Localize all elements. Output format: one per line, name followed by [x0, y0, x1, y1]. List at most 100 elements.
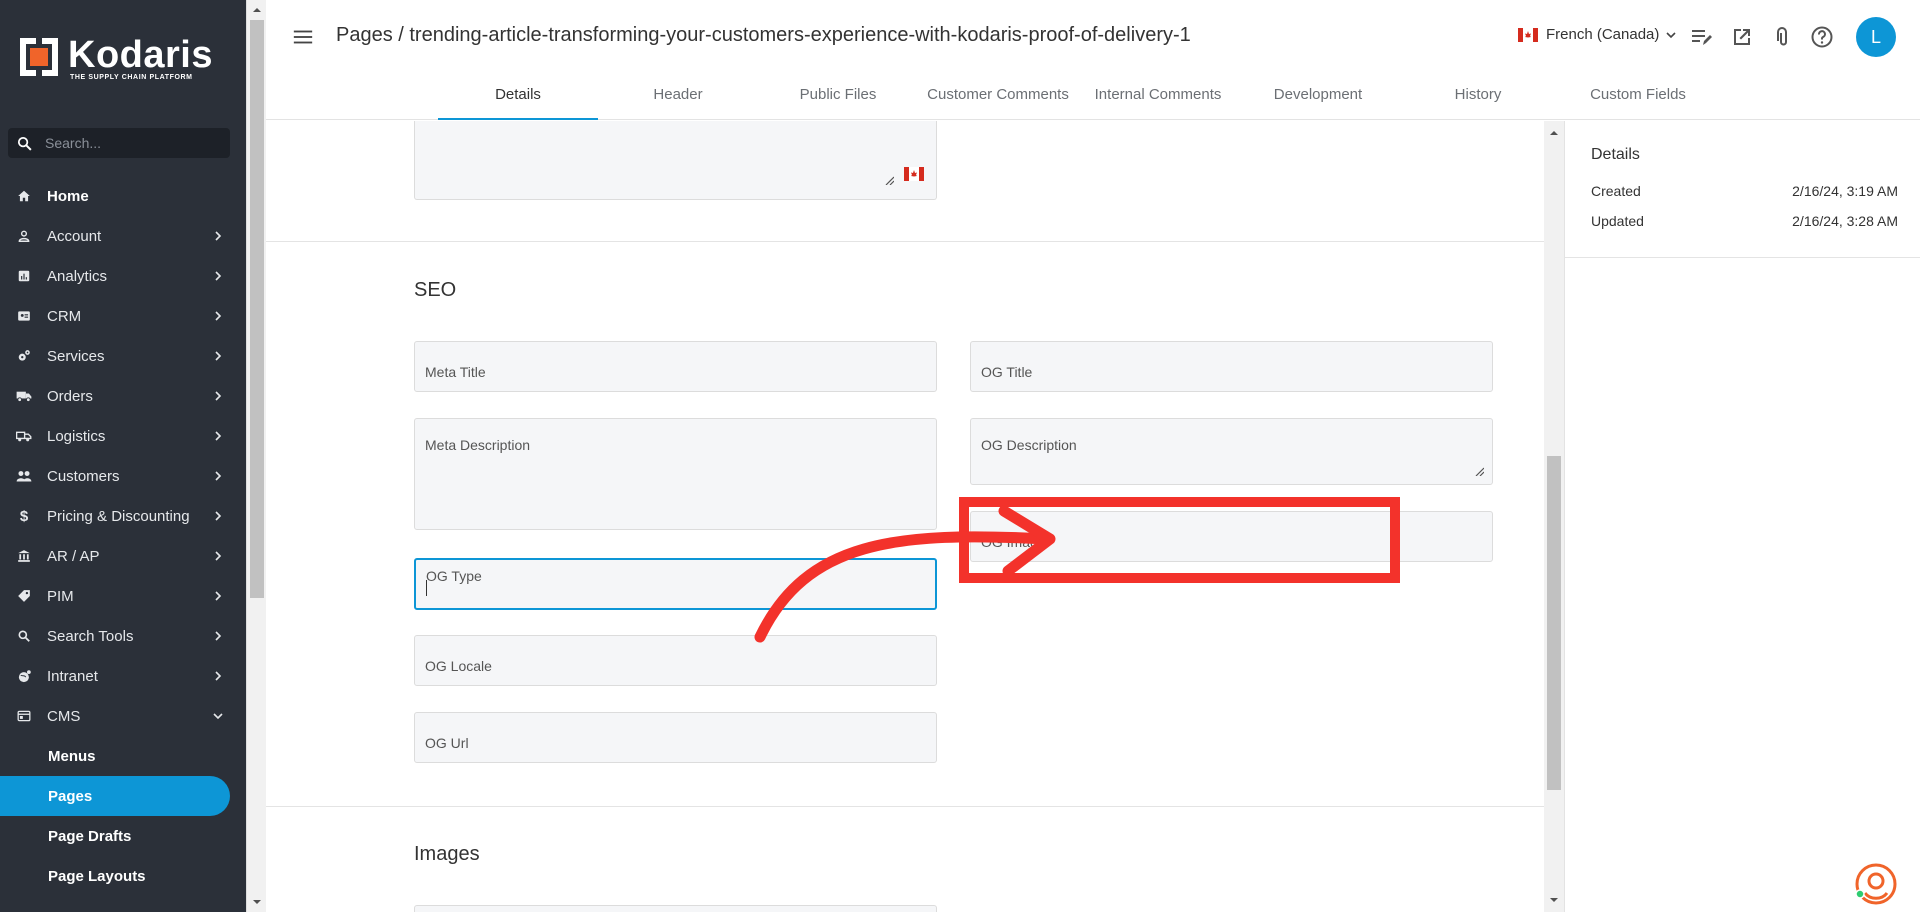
header-actions: [1690, 25, 1850, 49]
details-panel: Details Created 2/16/24, 3:19 AM Updated…: [1564, 121, 1920, 912]
field-label: OG Type: [426, 568, 482, 584]
brand-name: Kodaris: [68, 34, 213, 76]
content-textarea[interactable]: [414, 121, 937, 200]
tab-custom-fields[interactable]: Custom Fields: [1558, 72, 1718, 120]
services-icon: [16, 348, 32, 364]
sidebar-item-services[interactable]: Services: [0, 336, 246, 376]
field-label: OG Title: [981, 364, 1033, 380]
sidebar-item-pricing-discounting[interactable]: $ Pricing & Discounting: [0, 496, 246, 536]
sidebar-subitem-menus[interactable]: Menus: [0, 736, 246, 776]
sidebar-item-analytics[interactable]: Analytics: [0, 256, 246, 296]
sidebar-item-label: Pricing & Discounting: [47, 507, 190, 525]
tab-customer-comments[interactable]: Customer Comments: [918, 72, 1078, 120]
sidebar-item-label: Services: [47, 347, 105, 365]
sidebar-item-account[interactable]: Account: [0, 216, 246, 256]
dollar-icon: $: [19, 507, 29, 525]
sidebar-item-home[interactable]: Home: [0, 176, 246, 216]
chat-widget-icon[interactable]: [1852, 862, 1898, 908]
sidebar-subitem-page-drafts[interactable]: Page Drafts: [0, 816, 246, 856]
crm-icon: [16, 308, 32, 324]
scroll-down-icon[interactable]: [251, 896, 263, 908]
sidebar-item-label: Customers: [47, 467, 120, 485]
sidebar-item-pim[interactable]: PIM: [0, 576, 246, 616]
top-header: Pages / trending-article-transforming-yo…: [266, 0, 1920, 120]
sidebar-item-search-tools[interactable]: Search Tools: [0, 616, 246, 656]
tab-history[interactable]: History: [1398, 72, 1558, 120]
sidebar-item-label: Orders: [47, 387, 93, 405]
sidebar-subitem-pages[interactable]: Pages: [0, 776, 230, 816]
analytics-icon: [16, 268, 32, 284]
tab-development[interactable]: Development: [1238, 72, 1398, 120]
text-caret: [426, 580, 427, 596]
chevron-right-icon: [215, 351, 222, 361]
image-field[interactable]: [414, 905, 937, 912]
sidebar-scroll-thumb[interactable]: [250, 20, 264, 598]
search-icon: [17, 136, 32, 151]
chevron-down-icon: [213, 713, 223, 720]
sidebar-item-logistics[interactable]: Logistics: [0, 416, 246, 456]
main-scroll-thumb[interactable]: [1547, 456, 1561, 790]
sidebar-item-customers[interactable]: Customers: [0, 456, 246, 496]
sidebar-item-ar-ap[interactable]: AR / AP: [0, 536, 246, 576]
sidebar-item-label: CRM: [47, 307, 82, 325]
sidebar-search-input[interactable]: [45, 135, 215, 151]
annotation-arrow-icon: [754, 505, 1056, 643]
page-tabs: Details Header Public Files Customer Com…: [438, 72, 1718, 120]
og-description-field[interactable]: OG Description: [970, 418, 1493, 485]
scroll-down-icon[interactable]: [1548, 894, 1560, 906]
chevron-right-icon: [215, 231, 222, 241]
sidebar-subitem-page-layouts[interactable]: Page Layouts: [0, 856, 246, 896]
intranet-icon: [16, 668, 32, 684]
tab-internal-comments[interactable]: Internal Comments: [1078, 72, 1238, 120]
main-scrollbar[interactable]: [1544, 121, 1564, 912]
help-icon[interactable]: [1810, 25, 1834, 49]
sidebar-scrollbar[interactable]: [246, 0, 266, 912]
sidebar-item-cms[interactable]: CMS: [0, 696, 246, 736]
sidebar-item-label: Home: [47, 187, 89, 205]
tab-details[interactable]: Details: [438, 72, 598, 120]
details-panel-title: Details: [1591, 146, 1640, 163]
sidebar-item-orders[interactable]: Orders: [0, 376, 246, 416]
updated-value: 2/16/24, 3:28 AM: [1792, 213, 1898, 229]
tab-header[interactable]: Header: [598, 72, 758, 120]
avatar[interactable]: L: [1856, 17, 1896, 57]
sidebar-item-crm[interactable]: CRM: [0, 296, 246, 336]
open-external-icon[interactable]: [1730, 25, 1754, 49]
scroll-up-icon[interactable]: [251, 4, 263, 16]
hamburger-menu-icon[interactable]: [292, 26, 314, 48]
images-section-title: Images: [414, 843, 480, 865]
panel-divider: [1565, 257, 1920, 258]
sidebar-item-label: CMS: [47, 707, 81, 725]
sidebar-item-intranet[interactable]: Intranet: [0, 656, 246, 696]
resize-handle-icon[interactable]: [884, 175, 894, 185]
chevron-right-icon: [215, 631, 222, 641]
account-icon: [16, 228, 32, 244]
tab-public-files[interactable]: Public Files: [758, 72, 918, 120]
sidebar-item-label: Analytics: [47, 267, 108, 285]
created-label: Created: [1591, 183, 1641, 199]
language-label: French (Canada): [1546, 26, 1660, 43]
updated-row: Updated 2/16/24, 3:28 AM: [1591, 213, 1898, 229]
kodaris-logo[interactable]: Kodaris THE SUPPLY CHAIN PLATFORM: [18, 36, 213, 81]
sidebar-item-label: Intranet: [47, 667, 98, 685]
chevron-right-icon: [215, 591, 222, 601]
seo-section-title: SEO: [414, 279, 457, 301]
sidebar-item-label: Search Tools: [47, 627, 134, 645]
attachment-icon[interactable]: [1770, 25, 1794, 49]
resize-handle-icon[interactable]: [1474, 466, 1484, 476]
chevron-down-icon: [1666, 31, 1676, 38]
cms-icon: [16, 708, 32, 724]
edit-list-icon[interactable]: [1690, 25, 1714, 49]
chevron-right-icon: [215, 671, 222, 681]
sidebar-item-label: PIM: [47, 587, 74, 605]
og-title-field[interactable]: OG Title: [970, 341, 1493, 392]
scroll-up-icon[interactable]: [1548, 127, 1560, 139]
sidebar-nav: Home Account Analytics CRM Services Orde…: [0, 176, 246, 896]
language-selector[interactable]: French (Canada): [1518, 26, 1679, 43]
canada-flag-icon: [1518, 27, 1538, 42]
sidebar-item-label: AR / AP: [47, 547, 100, 565]
bank-icon: [16, 548, 32, 564]
sidebar-item-label: Account: [47, 227, 102, 245]
meta-title-field[interactable]: Meta Title: [414, 341, 937, 392]
sidebar: Kodaris THE SUPPLY CHAIN PLATFORM Home A…: [0, 0, 246, 912]
